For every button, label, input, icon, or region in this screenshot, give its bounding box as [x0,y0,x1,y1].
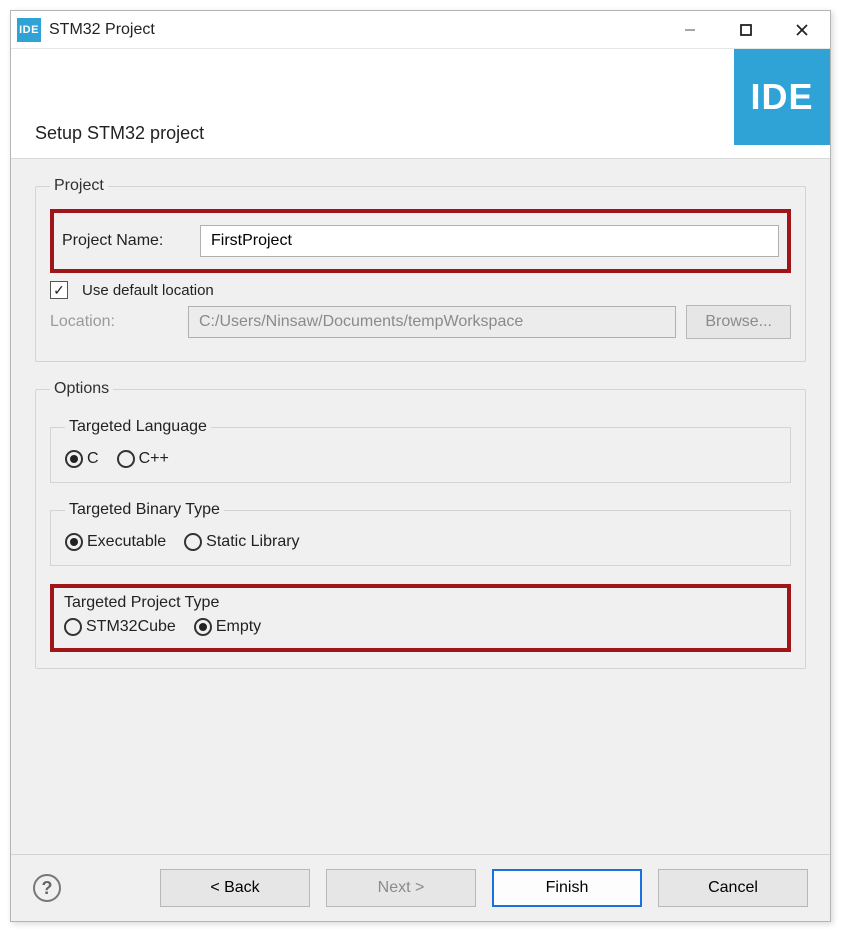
project-legend: Project [50,177,108,195]
use-default-location-row[interactable]: ✓ Use default location [50,281,791,299]
radio-label: C [87,450,99,468]
back-button[interactable]: < Back [160,869,310,907]
window-controls [662,11,830,48]
check-icon: ✓ [53,283,65,297]
targeted-project-type-group: Targeted Project Type STM32Cube Empty [64,594,777,636]
maximize-icon [739,23,753,37]
minimize-button[interactable] [662,11,718,48]
radio-label: Empty [216,618,261,636]
app-icon: IDE [17,18,41,42]
window-title: STM32 Project [49,21,155,39]
use-default-location-checkbox[interactable]: ✓ [50,281,68,299]
maximize-button[interactable] [718,11,774,48]
targeted-project-type-legend: Targeted Project Type [64,594,219,612]
help-icon: ? [42,878,53,899]
radio-binary-static-library[interactable]: Static Library [184,533,299,551]
wizard-header: Setup STM32 project IDE [11,49,830,159]
radio-label: Static Library [206,533,299,551]
targeted-binary-type-legend: Targeted Binary Type [65,501,224,519]
location-label: Location: [50,313,178,331]
project-name-input[interactable] [200,225,779,257]
dialog-footer: ? < Back Next > Finish Cancel [11,854,830,921]
project-group: Project Project Name: ✓ Use default loca… [35,177,806,362]
project-type-highlight: Targeted Project Type STM32Cube Empty [50,584,791,652]
targeted-binary-type-group: Targeted Binary Type Executable Static L… [50,501,791,566]
radio-binary-executable[interactable]: Executable [65,533,166,551]
browse-button: Browse... [686,305,791,339]
use-default-location-label: Use default location [82,282,214,299]
help-button[interactable]: ? [33,874,61,902]
options-group: Options Targeted Language C C++ [35,380,806,669]
radio-language-c[interactable]: C [65,450,99,468]
minimize-icon [683,23,697,37]
next-button: Next > [326,869,476,907]
titlebar: IDE STM32 Project [11,11,830,49]
project-name-label: Project Name: [62,232,190,250]
targeted-language-legend: Targeted Language [65,418,211,436]
location-input [188,306,676,338]
project-name-highlight: Project Name: [50,209,791,273]
ide-logo: IDE [734,49,830,145]
targeted-language-group: Targeted Language C C++ [50,418,791,483]
cancel-button[interactable]: Cancel [658,869,808,907]
radio-label: STM32Cube [86,618,176,636]
close-icon [795,23,809,37]
dialog-window: IDE STM32 Project Setup STM32 project ID… [10,10,831,922]
options-legend: Options [50,380,113,398]
radio-language-cpp[interactable]: C++ [117,450,169,468]
dialog-body: Project Project Name: ✓ Use default loca… [11,159,830,854]
radio-label: Executable [87,533,166,551]
radio-label: C++ [139,450,169,468]
finish-button[interactable]: Finish [492,869,642,907]
radio-project-stm32cube[interactable]: STM32Cube [64,618,176,636]
close-button[interactable] [774,11,830,48]
radio-project-empty[interactable]: Empty [194,618,261,636]
wizard-subtitle: Setup STM32 project [35,123,204,144]
